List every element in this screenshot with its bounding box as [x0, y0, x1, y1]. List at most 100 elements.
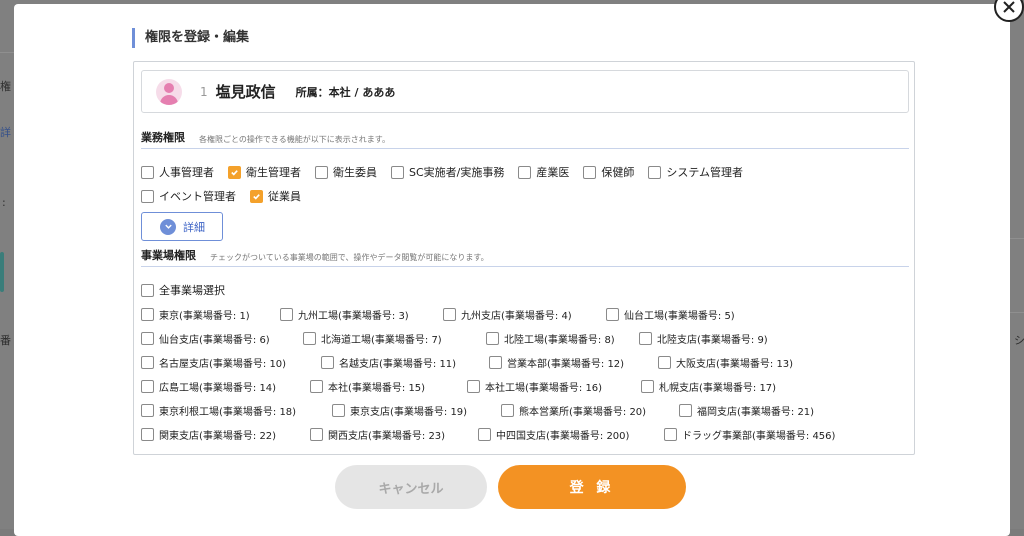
checkbox-unchecked[interactable]	[141, 379, 154, 393]
checkbox-label: 従業員	[268, 190, 301, 203]
checkbox-unchecked[interactable]	[303, 331, 316, 345]
checkbox-unchecked[interactable]	[391, 165, 404, 179]
checkbox-label: 大阪支店(事業場番号: 13)	[676, 358, 794, 370]
bg-text: 番	[0, 334, 11, 347]
checkbox-label: 産業医	[536, 166, 570, 179]
checkbox-label: SC実施者/実施事務	[409, 166, 505, 179]
site-checkbox[interactable]: 大阪支店(事業場番号: 13)	[658, 354, 793, 370]
checkbox-unchecked[interactable]	[658, 355, 671, 369]
site-checkbox[interactable]: 仙台支店(事業場番号: 6)	[141, 330, 270, 346]
site-checkbox[interactable]: 名古屋支店(事業場番号: 10)	[141, 354, 286, 370]
site-checkbox[interactable]: 北海道工場(事業場番号: 7)	[303, 330, 442, 346]
site-checkbox[interactable]: 熊本営業所(事業場番号: 20)	[501, 402, 646, 418]
checkbox-label: 人事管理者	[159, 166, 214, 179]
permission-checkbox[interactable]: 保健師	[583, 164, 634, 180]
permission-checkbox[interactable]: 従業員	[250, 188, 301, 204]
checkbox-label: 九州工場(事業場番号: 3)	[298, 310, 409, 322]
permission-checkbox[interactable]: 産業医	[518, 164, 569, 180]
permission-checkbox[interactable]: 人事管理者	[141, 164, 214, 180]
site-checkbox[interactable]: 札幌支店(事業場番号: 17)	[641, 378, 776, 394]
permission-modal: 権限を登録・編集 1 塩見政信 所属： 本社 / あああ 業務権限 各権限ごとの…	[14, 4, 1010, 536]
checkbox-unchecked[interactable]	[141, 427, 154, 441]
bg-button	[0, 252, 4, 292]
permission-checkbox[interactable]: SC実施者/実施事務	[391, 164, 504, 180]
checkbox-checked[interactable]	[250, 189, 263, 203]
bg-text: シ	[1014, 334, 1024, 347]
checkbox-unchecked[interactable]	[315, 165, 328, 179]
detail-button-label: 詳細	[183, 220, 205, 234]
checkbox-label: 衛生委員	[333, 166, 377, 179]
bg-text: :	[2, 196, 6, 209]
checkbox-unchecked[interactable]	[280, 307, 293, 321]
checkbox-unchecked[interactable]	[648, 165, 662, 179]
checkbox-unchecked[interactable]	[518, 165, 532, 179]
checkbox-unchecked[interactable]	[639, 331, 652, 345]
site-checkbox[interactable]: 仙台工場(事業場番号: 5)	[606, 306, 735, 322]
register-button[interactable]: 登 録	[498, 465, 686, 509]
checkbox-unchecked[interactable]	[664, 427, 677, 441]
site-checkbox[interactable]: 福岡支店(事業場番号: 21)	[679, 402, 814, 418]
permission-checkbox[interactable]: 衛生管理者	[228, 164, 301, 180]
checkbox-unchecked[interactable]	[641, 379, 654, 393]
checkbox-unchecked[interactable]	[606, 307, 619, 321]
checkbox-unchecked[interactable]	[310, 427, 323, 441]
checkbox-label: 九州支店(事業場番号: 4)	[461, 310, 572, 322]
checkbox-label: イベント管理者	[159, 190, 236, 203]
checkbox-unchecked[interactable]	[310, 379, 323, 393]
user-number: 1	[200, 84, 208, 99]
checkbox-unchecked[interactable]	[141, 355, 154, 369]
checkbox-label: 北海道工場(事業場番号: 7)	[321, 334, 442, 346]
checkbox-unchecked[interactable]	[478, 427, 491, 441]
checkbox-unchecked[interactable]	[141, 331, 154, 345]
site-checkbox[interactable]: 北陸工場(事業場番号: 8)	[486, 330, 615, 346]
permission-checkbox[interactable]: システム管理者	[648, 164, 743, 180]
section-description: チェックがついている事業場の範囲で、操作やデータ閲覧が可能になります。	[210, 253, 489, 262]
site-checkbox[interactable]: 本社工場(事業場番号: 16)	[467, 378, 602, 394]
checkbox-label: 北陸工場(事業場番号: 8)	[504, 334, 615, 346]
checkbox-unchecked[interactable]	[321, 355, 334, 369]
site-checkbox[interactable]: 広島工場(事業場番号: 14)	[141, 378, 276, 394]
checkbox-unchecked[interactable]	[141, 403, 154, 417]
checkbox-box[interactable]	[141, 283, 154, 297]
site-checkbox[interactable]: 東京(事業場番号: 1)	[141, 306, 250, 322]
avatar-icon	[156, 78, 182, 105]
site-checkbox[interactable]: 名越支店(事業場番号: 11)	[321, 354, 456, 370]
site-checkbox[interactable]: 九州工場(事業場番号: 3)	[280, 306, 409, 322]
site-checkbox[interactable]: 関東支店(事業場番号: 22)	[141, 426, 276, 442]
checkbox-label: 営業本部(事業場番号: 12)	[507, 358, 625, 370]
detail-button[interactable]: 詳細	[141, 212, 223, 241]
permission-checkbox[interactable]: イベント管理者	[141, 188, 236, 204]
checkbox-unchecked[interactable]	[501, 403, 514, 417]
site-checkbox[interactable]: 東京利根工場(事業場番号: 18)	[141, 402, 296, 418]
checkbox-unchecked[interactable]	[467, 379, 480, 393]
site-checkbox[interactable]: 関西支店(事業場番号: 23)	[310, 426, 445, 442]
checkbox-label: 仙台工場(事業場番号: 5)	[624, 310, 735, 322]
checkbox-unchecked[interactable]	[583, 165, 597, 179]
checkbox-unchecked[interactable]	[679, 403, 692, 417]
checkbox-label: 熊本営業所(事業場番号: 20)	[519, 406, 647, 418]
section-title: 業務権限	[141, 131, 185, 144]
cancel-button[interactable]: キャンセル	[335, 465, 487, 509]
checkbox-label: 東京支店(事業場番号: 19)	[350, 406, 468, 418]
checkbox-unchecked[interactable]	[443, 307, 456, 321]
checkbox-unchecked[interactable]	[486, 331, 499, 345]
site-checkbox[interactable]: 北陸支店(事業場番号: 9)	[639, 330, 768, 346]
site-checkbox[interactable]: 営業本部(事業場番号: 12)	[489, 354, 624, 370]
site-checkbox[interactable]: 東京支店(事業場番号: 19)	[332, 402, 467, 418]
site-checkbox[interactable]: 本社(事業場番号: 15)	[310, 378, 425, 394]
permission-checkbox[interactable]: 衛生委員	[315, 164, 377, 180]
user-card: 1 塩見政信 所属： 本社 / あああ	[141, 70, 909, 113]
checkbox-checked[interactable]	[228, 165, 241, 179]
site-checkbox[interactable]: 九州支店(事業場番号: 4)	[443, 306, 572, 322]
checkbox-unchecked[interactable]	[489, 355, 502, 369]
user-name: 塩見政信	[215, 83, 276, 101]
checkbox-unchecked[interactable]	[141, 165, 154, 179]
site-checkbox[interactable]: ドラッグ事業部(事業場番号: 456)	[664, 426, 835, 442]
select-all-checkbox[interactable]: 全事業場選択	[141, 282, 225, 298]
user-affiliation-value: 本社 / あああ	[328, 85, 396, 99]
site-checkbox[interactable]: 中四国支店(事業場番号: 200)	[478, 426, 629, 442]
checkbox-unchecked[interactable]	[332, 403, 345, 417]
checkbox-unchecked[interactable]	[141, 307, 154, 321]
checkbox-unchecked[interactable]	[141, 189, 154, 203]
checkbox-label: 名古屋支店(事業場番号: 10)	[159, 358, 287, 370]
